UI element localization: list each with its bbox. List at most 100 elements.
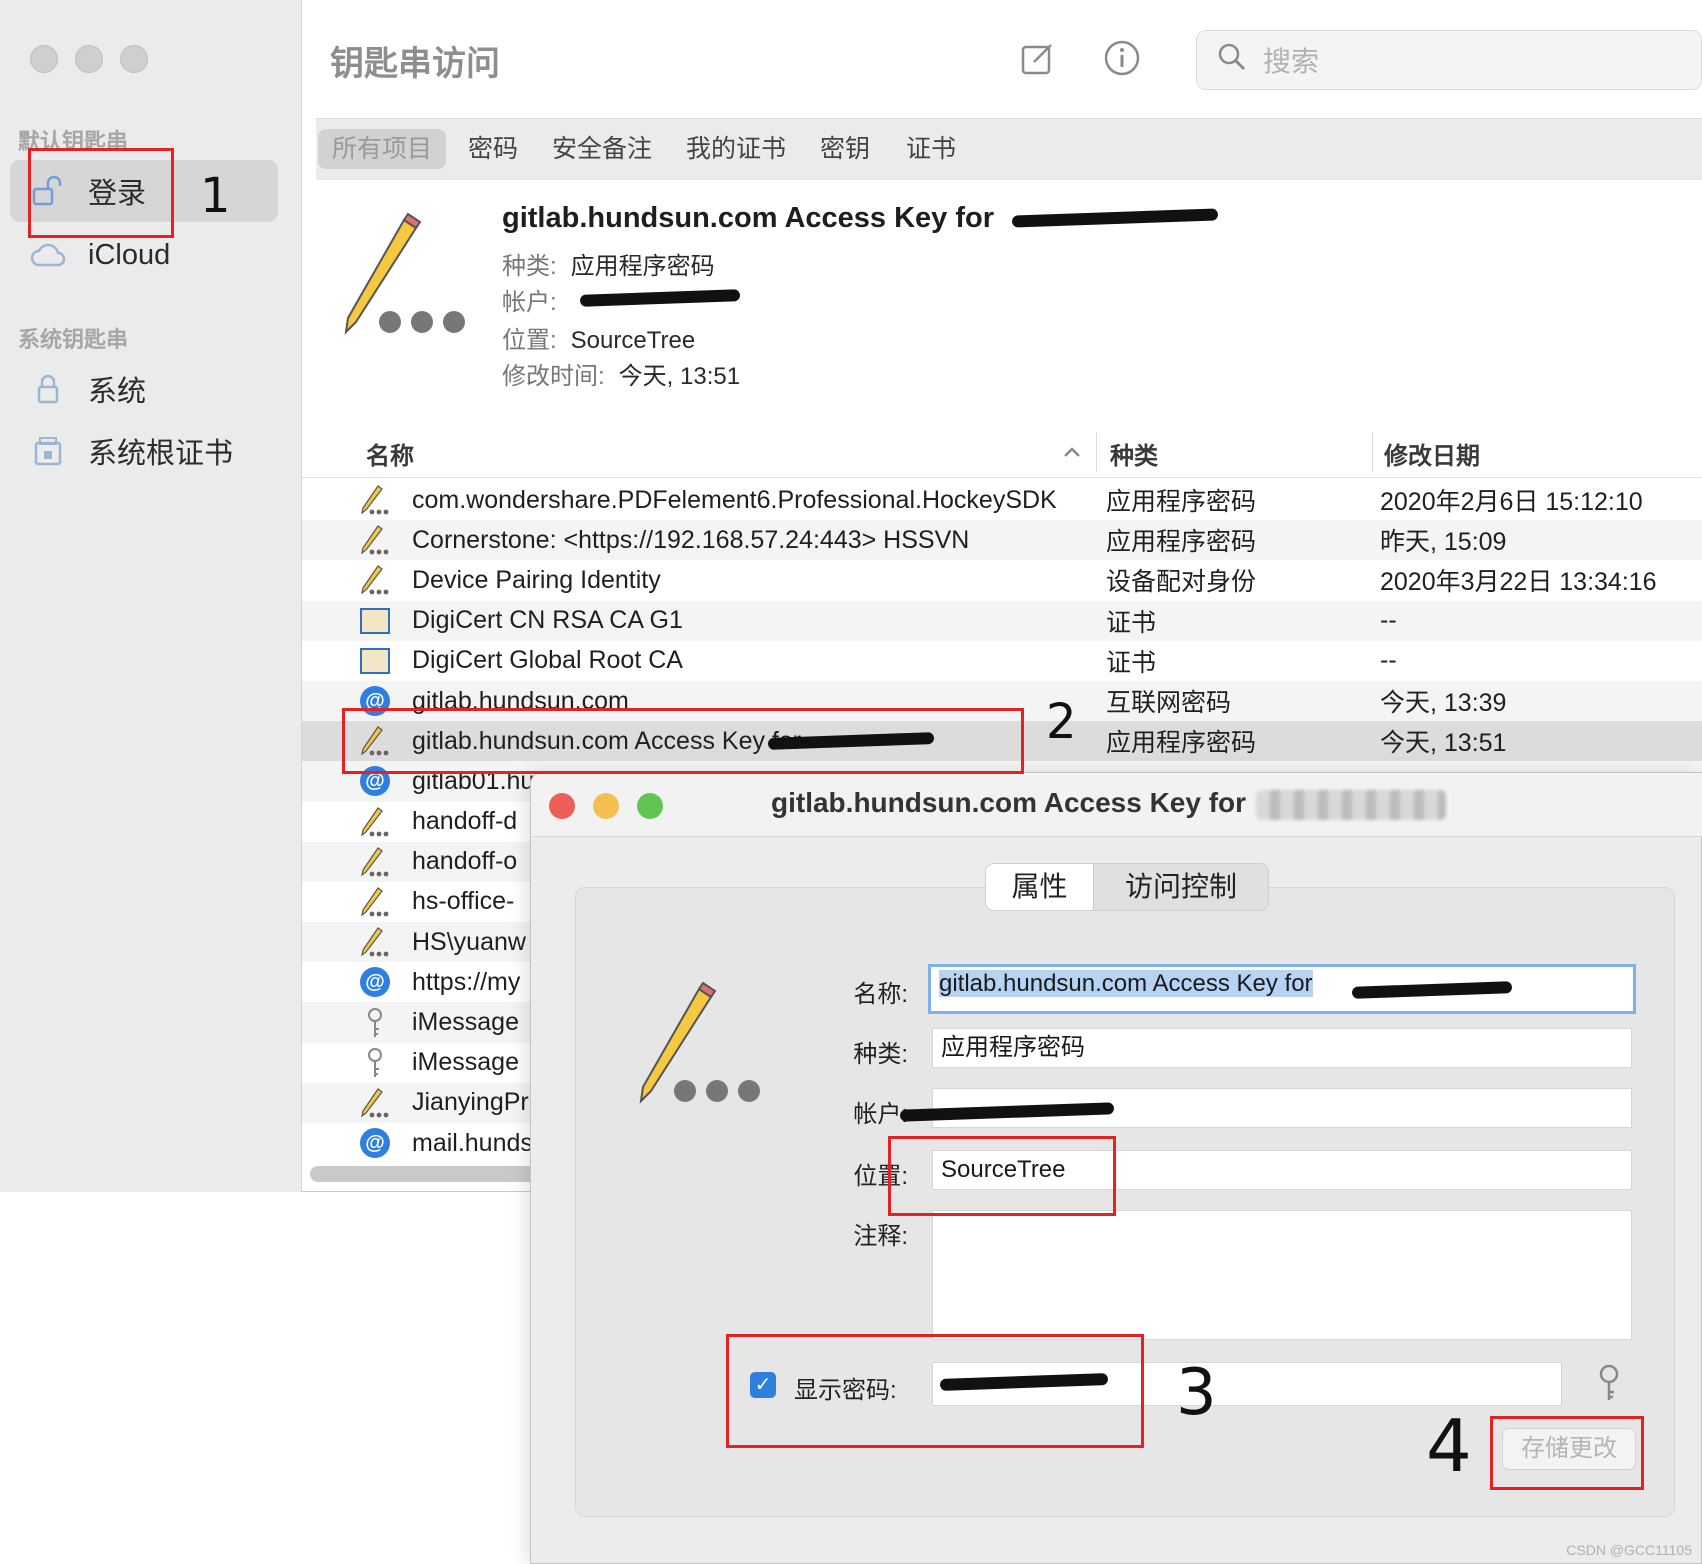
system-keychains-header: 系统钥匙串 [18, 327, 129, 352]
detail-location: 位置: SourceTree [502, 327, 696, 354]
sidebar-item-system-roots[interactable]: 系统根证书 [10, 420, 278, 482]
sort-ascending-icon[interactable] [1062, 438, 1082, 466]
annotation-box-2 [342, 708, 1024, 774]
column-divider[interactable] [1372, 432, 1373, 472]
minimize-button[interactable] [75, 45, 103, 73]
row-kind: 设备配对身份 [1106, 568, 1257, 597]
column-name[interactable]: 名称 [366, 436, 414, 471]
pencil-icon [360, 564, 390, 596]
search-field[interactable]: 搜索 [1196, 30, 1702, 90]
key-icon [360, 1047, 390, 1079]
zoom-button[interactable] [120, 45, 148, 73]
detail-kind: 种类: 应用程序密码 [502, 253, 715, 280]
tab-certificates[interactable]: 证书 [892, 129, 970, 169]
row-kind: 证书 [1106, 648, 1157, 677]
name-field[interactable]: gitlab.hundsun.com Access Key for [928, 964, 1636, 1014]
sidebar-item-system[interactable]: 系统 [10, 358, 278, 420]
row-date: -- [1380, 606, 1397, 635]
pencil-dots-icon [338, 210, 468, 345]
pencil-icon [360, 806, 390, 838]
dialog-title: gitlab.hundsun.com Access Key for [771, 787, 1447, 820]
row-name: iMessage [412, 1008, 519, 1037]
row-date: -- [1380, 646, 1397, 675]
tab-keys[interactable]: 密钥 [806, 129, 884, 169]
pencil-icon [360, 886, 390, 918]
pencil-icon [360, 926, 390, 958]
table-row[interactable]: DigiCert CN RSA CA G1 证书 -- [302, 600, 1702, 641]
row-name: DigiCert Global Root CA [412, 646, 683, 675]
name-label: 名称: [853, 981, 908, 1008]
row-date: 今天, 13:39 [1380, 689, 1507, 718]
key-icon[interactable] [1596, 1364, 1622, 1409]
row-name: com.wondershare.PDFelement6.Professional… [412, 485, 1057, 514]
tab-secure-notes[interactable]: 安全备注 [538, 129, 666, 169]
account-label: 帐户: [853, 1101, 908, 1128]
row-name: handoff-o [412, 847, 518, 876]
cloud-icon [28, 238, 68, 272]
tab-access-control[interactable]: 访问控制 [1094, 864, 1268, 910]
row-date: 2020年3月22日 13:34:16 [1380, 568, 1657, 597]
row-date: 今天, 13:51 [1380, 729, 1507, 758]
window-title: 钥匙串访问 [330, 45, 500, 83]
annotation-number-2: 2 [1046, 694, 1077, 750]
sidebar-item-label: 系统根证书 [88, 438, 234, 470]
lock-icon [28, 372, 68, 406]
tab-passwords[interactable]: 密码 [454, 129, 532, 169]
column-divider[interactable] [1096, 432, 1097, 472]
screen: 默认钥匙串 登录 iCloud 系统钥匙串 系统 系统根证书 钥匙串访问 搜索 … [0, 0, 1702, 1564]
annotation-box-4 [1490, 1416, 1644, 1490]
row-name: DigiCert CN RSA CA G1 [412, 606, 683, 635]
close-button[interactable] [30, 45, 58, 73]
certificate-icon [360, 645, 390, 677]
row-kind: 应用程序密码 [1106, 729, 1257, 758]
annotation-box-1 [28, 148, 174, 238]
list-column-header: 名称 种类 修改日期 [302, 426, 1702, 478]
dialog-titlebar: gitlab.hundsun.com Access Key for [531, 773, 1702, 837]
watermark: CSDN @GCC11105 [1566, 1542, 1692, 1558]
column-date[interactable]: 修改日期 [1384, 436, 1480, 471]
sidebar-item-label: 系统 [88, 376, 147, 408]
detail-title: gitlab.hundsun.com Access Key for [502, 202, 995, 234]
table-row[interactable]: DigiCert Global Root CA 证书 -- [302, 641, 1702, 681]
row-kind: 应用程序密码 [1106, 488, 1257, 517]
row-name: Device Pairing Identity [412, 565, 661, 594]
notes-field[interactable] [932, 1210, 1632, 1340]
annotation-number-3: 3 [1176, 1356, 1217, 1430]
tab-all-items[interactable]: 所有项目 [318, 129, 447, 169]
annotation-number-4: 4 [1426, 1404, 1472, 1488]
column-kind[interactable]: 种类 [1110, 436, 1158, 471]
close-button[interactable] [549, 793, 575, 819]
compose-icon[interactable] [1018, 38, 1058, 78]
detail-account: 帐户: [502, 289, 557, 316]
tab-my-certificates[interactable]: 我的证书 [672, 129, 800, 169]
row-kind: 互联网密码 [1106, 689, 1232, 718]
sidebar-item-label: iCloud [88, 238, 171, 271]
cabinet-lock-icon [28, 434, 68, 468]
table-row[interactable]: com.wondershare.PDFelement6.Professional… [302, 480, 1702, 520]
kind-field[interactable]: 应用程序密码 [932, 1028, 1632, 1068]
row-name: https://my [412, 967, 521, 996]
annotation-box-3 [726, 1334, 1144, 1448]
at-icon: @ [360, 966, 390, 998]
row-kind: 证书 [1106, 608, 1157, 637]
blurred-text [1256, 789, 1447, 820]
row-name: handoff-d [412, 807, 518, 836]
tab-attributes[interactable]: 属性 [986, 864, 1094, 910]
pencil-icon [360, 1087, 390, 1119]
table-row[interactable]: Cornerstone: <https://192.168.57.24:443>… [302, 520, 1702, 561]
row-name: iMessage [412, 1048, 519, 1077]
row-name: JianyingPr [412, 1088, 529, 1117]
notes-label: 注释: [853, 1223, 908, 1250]
row-name: HS\yuanw [412, 927, 526, 956]
pencil-icon [360, 524, 390, 556]
info-icon[interactable] [1102, 38, 1142, 78]
search-icon [1217, 42, 1247, 79]
table-row[interactable]: Device Pairing Identity 设备配对身份 2020年3月22日 … [302, 560, 1702, 600]
at-icon: @ [360, 1127, 390, 1159]
pencil-icon [360, 846, 390, 878]
zoom-button[interactable] [637, 793, 663, 819]
item-detail: gitlab.hundsun.com Access Key for 种类: 应用程… [302, 180, 1702, 420]
minimize-button[interactable] [593, 793, 619, 819]
row-name: hs-office- [412, 887, 515, 916]
row-kind: 应用程序密码 [1106, 528, 1257, 557]
